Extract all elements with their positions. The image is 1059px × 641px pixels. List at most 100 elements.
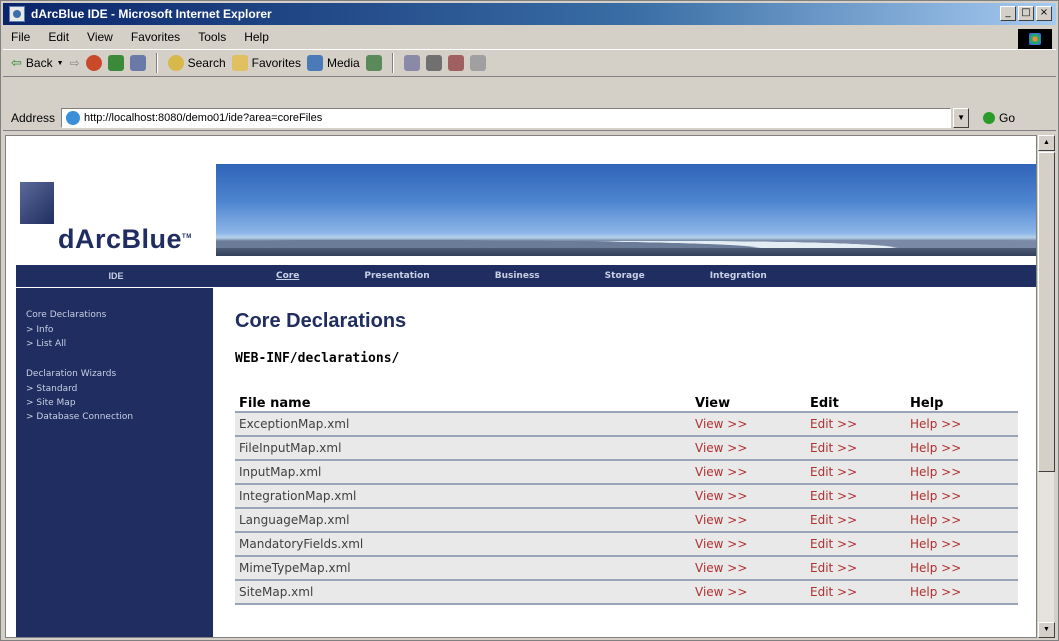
edit-link[interactable]: Edit >> [806,556,906,581]
favorites-label: Favorites [251,56,301,70]
table-body: ExceptionMap.xml View >> Edit >> Help >> Fil… [235,412,1018,605]
edit-link[interactable]: Edit >> [806,508,906,533]
history-icon[interactable] [365,55,382,71]
sidebar-item-site-map[interactable]: > Site Map [26,398,213,408]
search-label: Search [187,56,226,70]
address-url: http://localhost:8080/demo01/ide?area=co… [84,111,323,124]
home-icon[interactable] [129,55,146,71]
windows-logo-icon [1018,29,1052,49]
nav-integration[interactable]: Integration [710,271,767,281]
forward-arrow-icon: ⇨ [69,56,80,70]
sidebar-section-wizards: Declaration Wizards > Standard > Site Ma… [26,369,213,422]
scroll-up-icon[interactable]: ▲ [1038,135,1055,151]
column-header-view: View [691,396,806,413]
view-link[interactable]: View >> [691,460,806,485]
ie-page-icon [9,6,25,22]
help-link[interactable]: Help >> [906,484,1018,509]
discuss-icon[interactable] [469,55,486,71]
search-button[interactable]: Search [167,55,226,71]
view-link[interactable]: View >> [691,412,806,437]
site-logo[interactable]: dArcBlueTM [58,224,192,255]
table-row: SiteMap.xml View >> Edit >> Help >> [235,580,1018,605]
dropdown-arrow-icon: ▼ [56,59,64,67]
file-name-cell: MimeTypeMap.xml [235,556,691,581]
page-content: dArcBlueTM IDE Core Presentation Busines… [5,135,1037,638]
mountain-banner-image [216,164,1036,256]
edit-icon[interactable] [447,55,464,71]
edit-link[interactable]: Edit >> [806,532,906,557]
toolbar-separator [155,53,158,73]
help-link[interactable]: Help >> [906,556,1018,581]
table-row: MandatoryFields.xml View >> Edit >> Help >> [235,532,1018,557]
files-table: File name View Edit Help ExceptionMap.xm… [235,396,1018,605]
nav-storage[interactable]: Storage [605,271,645,281]
sidebar-item-list-all[interactable]: > List All [26,339,213,349]
address-input[interactable]: http://localhost:8080/demo01/ide?area=co… [61,107,952,128]
nav-ide-home[interactable]: IDE [16,271,216,281]
sidebar-heading: Core Declarations [26,310,107,320]
table-row: LanguageMap.xml View >> Edit >> Help >> [235,508,1018,533]
view-link[interactable]: View >> [691,580,806,605]
help-link[interactable]: Help >> [906,436,1018,461]
print-icon[interactable] [425,55,442,71]
scrollbar-thumb[interactable] [1038,152,1055,472]
menu-favorites[interactable]: Favorites [131,30,180,44]
view-link[interactable]: View >> [691,436,806,461]
nav-business[interactable]: Business [495,271,540,281]
favorites-button[interactable]: Favorites [231,55,301,71]
menu-edit[interactable]: Edit [48,30,69,44]
refresh-icon[interactable] [107,55,124,71]
sidebar-section-core: Core Declarations > Info > List All [26,310,213,349]
favorites-folder-icon [231,55,248,71]
stop-icon[interactable] [85,55,102,71]
media-label: Media [326,56,360,70]
vertical-scrollbar[interactable]: ▲ ▼ [1037,135,1055,638]
mail-icon[interactable] [403,55,420,71]
sidebar-item-standard[interactable]: > Standard [26,384,213,394]
toolbar-separator [391,53,394,73]
nav-core[interactable]: Core [276,271,299,281]
address-dropdown-icon[interactable]: ▼ [953,107,970,128]
help-link[interactable]: Help >> [906,580,1018,605]
menu-view[interactable]: View [87,30,113,44]
edit-link[interactable]: Edit >> [806,436,906,461]
help-link[interactable]: Help >> [906,412,1018,437]
menu-bar: File Edit View Favorites Tools Help [3,27,1056,47]
sidebar-item-info[interactable]: > Info [26,325,213,335]
help-link[interactable]: Help >> [906,508,1018,533]
file-name-cell: FileInputMap.xml [235,436,691,461]
view-link[interactable]: View >> [691,556,806,581]
table-row: MimeTypeMap.xml View >> Edit >> Help >> [235,556,1018,581]
edit-link[interactable]: Edit >> [806,580,906,605]
edit-link[interactable]: Edit >> [806,460,906,485]
maximize-button[interactable]: □ [1018,6,1034,21]
main-panel: Core Declarations WEB-INF/declarations/ … [235,288,1025,605]
column-header-help: Help [906,396,1018,413]
help-link[interactable]: Help >> [906,460,1018,485]
forward-button[interactable]: ⇨ [70,56,80,70]
edit-link[interactable]: Edit >> [806,412,906,437]
view-link[interactable]: View >> [691,508,806,533]
minimize-button[interactable]: _ [1000,6,1016,21]
back-button[interactable]: ⇦ Back ▼ [11,55,64,71]
go-button[interactable]: Go [983,111,1015,125]
close-button[interactable]: × [1036,6,1052,21]
standard-toolbar: ⇦ Back ▼ ⇨ Search Favorites Media [3,49,1056,77]
view-link[interactable]: View >> [691,532,806,557]
address-label: Address [11,110,56,125]
media-button[interactable]: Media [306,55,360,71]
table-row: FileInputMap.xml View >> Edit >> Help >> [235,436,1018,461]
view-link[interactable]: View >> [691,484,806,509]
nav-presentation[interactable]: Presentation [364,271,429,281]
scroll-down-icon[interactable]: ▼ [1038,622,1055,638]
menu-file[interactable]: File [11,30,30,44]
logo-name: dArcBlue [58,224,183,254]
back-label: Back [25,56,53,70]
sidebar-item-database-connection[interactable]: > Database Connection [26,412,213,422]
file-name-cell: LanguageMap.xml [235,508,691,533]
menu-help[interactable]: Help [244,30,269,44]
file-name-cell: ExceptionMap.xml [235,412,691,437]
menu-tools[interactable]: Tools [198,30,226,44]
help-link[interactable]: Help >> [906,532,1018,557]
edit-link[interactable]: Edit >> [806,484,906,509]
